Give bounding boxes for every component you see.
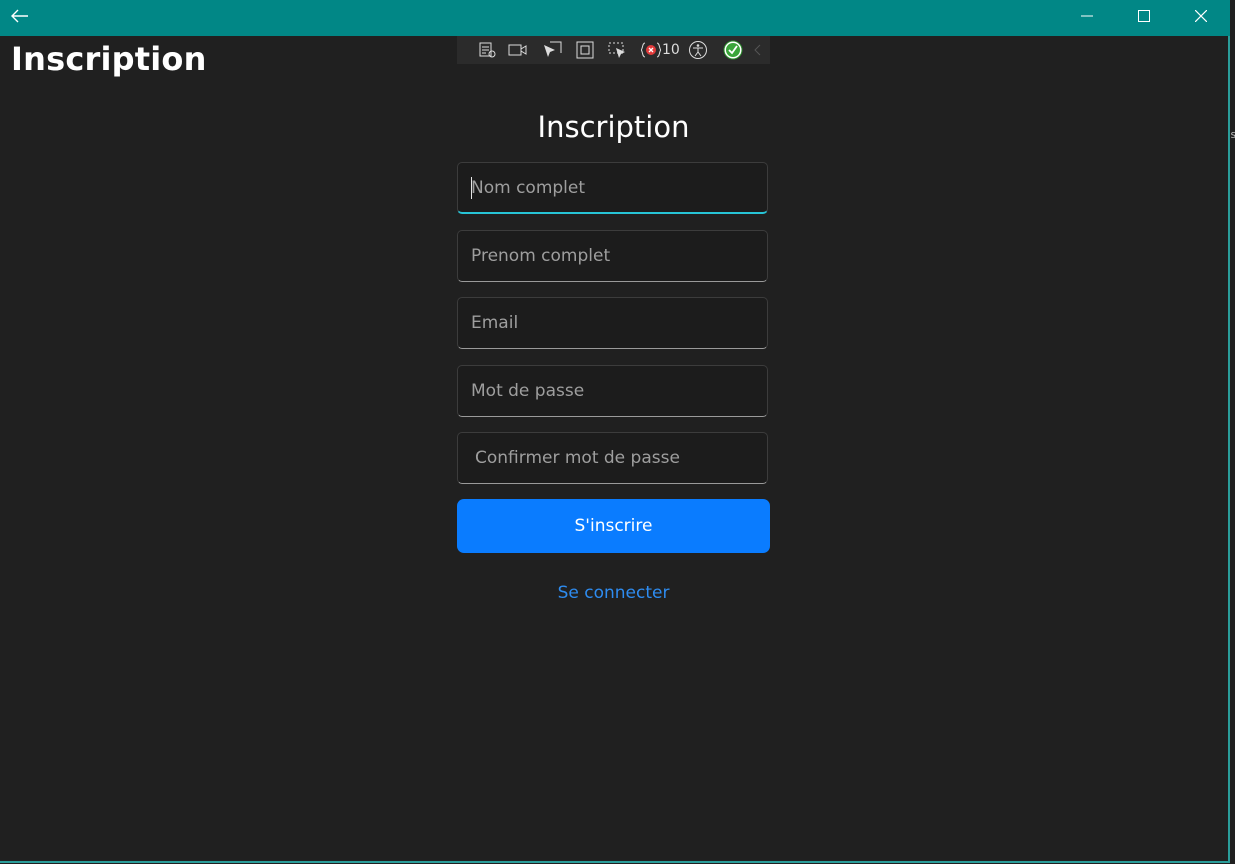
maximize-icon: [1138, 10, 1150, 22]
accessibility-checker-icon[interactable]: [687, 40, 709, 60]
display-layout-adorners-icon[interactable]: [574, 40, 596, 60]
first-name-input[interactable]: [458, 231, 767, 281]
first-name-field[interactable]: [457, 230, 768, 282]
close-icon: [1195, 10, 1207, 22]
live-visual-tree-icon[interactable]: [477, 40, 499, 60]
debug-toolbar: [457, 36, 770, 64]
title-bar: [0, 0, 1230, 36]
confirm-password-input[interactable]: [458, 433, 767, 483]
full-name-input[interactable]: [458, 163, 767, 212]
record-icon[interactable]: [507, 40, 529, 60]
signup-button[interactable]: S'inscrire: [457, 499, 770, 553]
email-field[interactable]: [457, 297, 768, 349]
password-field[interactable]: [457, 365, 768, 417]
page-title: Inscription: [11, 40, 207, 78]
minimize-icon: [1081, 15, 1093, 17]
email-input[interactable]: [458, 298, 767, 348]
password-input[interactable]: [458, 366, 767, 416]
full-name-field[interactable]: [457, 162, 768, 214]
confirm-password-field[interactable]: [457, 432, 768, 484]
track-focus-icon[interactable]: [606, 40, 628, 60]
select-element-icon[interactable]: [541, 40, 563, 60]
minimize-button[interactable]: [1058, 0, 1116, 32]
back-button[interactable]: [0, 0, 40, 32]
binding-failure-count: 10: [662, 42, 680, 58]
background-window-edge: s: [1230, 128, 1235, 141]
close-button[interactable]: [1172, 0, 1230, 32]
login-link[interactable]: Se connecter: [457, 583, 770, 603]
back-arrow-icon: [11, 9, 28, 23]
collapse-toolbar-icon[interactable]: [750, 40, 764, 60]
binding-failures-icon[interactable]: [640, 40, 662, 60]
form-title: Inscription: [537, 110, 690, 144]
text-caret: [471, 177, 472, 199]
maximize-button[interactable]: [1116, 0, 1172, 32]
hot-reload-ok-icon[interactable]: [722, 40, 744, 60]
